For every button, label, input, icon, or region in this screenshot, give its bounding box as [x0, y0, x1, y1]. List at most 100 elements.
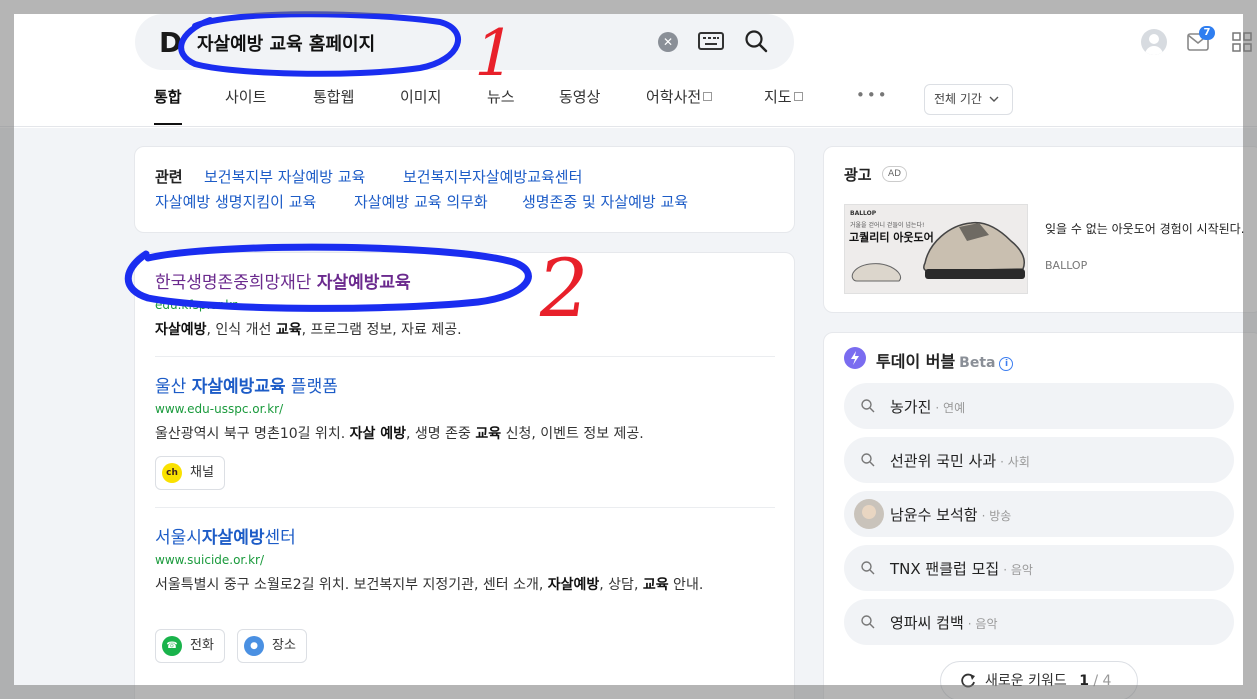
- search-icon: [861, 399, 875, 413]
- daum-logo[interactable]: D: [159, 26, 182, 59]
- shoe-image-icon: [923, 221, 1025, 279]
- search-bar[interactable]: D 자살예방 교육 홈페이지 ✕: [135, 14, 794, 70]
- today-bubble-title: 투데이 버블 Beta i: [876, 348, 1014, 372]
- tab-map[interactable]: 지도: [764, 86, 803, 107]
- bolt-icon: [844, 347, 866, 369]
- keyword-category-text: 사회: [1007, 455, 1030, 469]
- tab-site[interactable]: 사이트: [225, 86, 266, 107]
- ad-image-brand: BALLOP: [850, 210, 877, 217]
- chip-label: 채널: [190, 465, 214, 480]
- desc-highlight: 자살예방: [547, 577, 600, 593]
- tab-news[interactable]: 뉴스: [487, 86, 515, 107]
- desc-highlight: 교육: [475, 426, 502, 442]
- period-label: 전체 기간: [934, 92, 982, 106]
- desc-text: 서울특별시 중구 소월로2길 위치. 보건복지부 지정기관, 센터 소개,: [155, 577, 548, 593]
- keyword-text: 농가진: [890, 398, 932, 416]
- tab-dictionary[interactable]: 어학사전: [646, 86, 713, 107]
- keyword-text: 영파씨 컴백: [890, 614, 964, 632]
- trending-keyword[interactable]: TNX 팬클럽 모집 · 음악: [844, 545, 1234, 591]
- desc-text: 울산광역시 북구 명촌10길 위치.: [155, 426, 350, 442]
- desc-text: , 인식 개선: [206, 322, 276, 338]
- ad-text-link[interactable]: 잊을 수 없는 아웃도어 경험이 시작된다.: [1045, 221, 1255, 237]
- tab-video[interactable]: 동영상: [559, 86, 600, 107]
- related-link[interactable]: 보건복지부자살예방교육센터: [403, 166, 582, 187]
- trending-keyword[interactable]: 선관위 국민 사과 · 사회: [844, 437, 1234, 483]
- keyboard-icon[interactable]: [698, 31, 724, 51]
- desc-text: , 상담,: [599, 577, 643, 593]
- result-url[interactable]: www.suicide.or.kr/: [155, 553, 264, 567]
- today-bubble-label: 투데이 버블: [876, 352, 956, 371]
- clear-icon[interactable]: ✕: [658, 32, 678, 52]
- desc-text: 신청, 이벤트 정보 제공.: [501, 426, 644, 442]
- result-title-text: 한국생명존중희망재단: [155, 273, 317, 293]
- related-keywords-card: 관련 보건복지부 자살예방 교육 보건복지부자살예방교육센터 자살예방 생명지킴…: [134, 146, 795, 233]
- desc-text: 안내.: [668, 577, 704, 593]
- result-title-link[interactable]: 한국생명존중희망재단 자살예방교육: [155, 268, 411, 293]
- result-title-text: 서울시: [155, 528, 202, 548]
- kakao-channel-icon: ch: [162, 463, 182, 483]
- result-title-link[interactable]: 울산 자살예방교육 플랫폼: [155, 372, 338, 397]
- related-link[interactable]: 생명존중 및 자살예방 교육: [522, 191, 688, 212]
- search-query[interactable]: 자살예방 교육 홈페이지: [197, 30, 375, 56]
- result-url[interactable]: www.edu-usspc.or.kr/: [155, 402, 283, 416]
- profile-avatar[interactable]: [1141, 29, 1167, 55]
- today-bubble-card: 투데이 버블 Beta i 농가진 · 연예 선관위 국민 사과 · 사회 남윤수 보석…: [823, 332, 1257, 699]
- search-icon: [861, 453, 875, 467]
- result-title-text: 센터: [264, 528, 296, 548]
- result-description: 울산광역시 북구 명촌10길 위치. 자살 예방, 생명 존중 교육 신청, 이…: [155, 423, 767, 445]
- place-button[interactable]: ● 장소: [237, 629, 307, 663]
- keyword-category-text: 방송: [989, 509, 1012, 523]
- beta-badge: Beta: [959, 355, 996, 371]
- trending-keyword[interactable]: 농가진 · 연예: [844, 383, 1234, 429]
- related-link[interactable]: 자살예방 생명지킴이 교육: [155, 191, 316, 212]
- phone-button[interactable]: ☎ 전화: [155, 629, 225, 663]
- keyword-category: · 음악: [1003, 563, 1033, 577]
- desc-highlight: 교육: [275, 322, 302, 338]
- related-link[interactable]: 보건복지부 자살예방 교육: [204, 166, 365, 187]
- keyword-category: · 음악: [967, 617, 998, 631]
- related-link[interactable]: 자살예방 교육 의무화: [354, 191, 488, 212]
- overlay-frame: [0, 14, 14, 699]
- ad-image-subtitle: 거울을 걷어니 걷들이 넘는다!: [850, 222, 925, 229]
- desc-highlight: 교육: [642, 577, 669, 593]
- more-tabs-button[interactable]: •••: [856, 86, 889, 104]
- search-icon: [861, 615, 875, 629]
- web-results-card: 한국생명존중희망재단 자살예방교육 edu.kfsp.or.kr 자살예방, 인…: [134, 252, 795, 699]
- keyword-label: 남윤수 보석함 · 방송: [890, 504, 1011, 525]
- location-pin-icon: ●: [244, 636, 264, 656]
- keyword-category-text: 연예: [943, 401, 966, 415]
- person-thumbnail: [854, 499, 884, 529]
- tab-dictionary-label: 어학사전: [646, 88, 702, 106]
- keyword-text: 선관위 국민 사과: [890, 452, 997, 470]
- tab-integrated[interactable]: 통합: [154, 86, 182, 125]
- overlay-frame: [0, 0, 1257, 14]
- period-dropdown[interactable]: 전체 기간: [924, 84, 1013, 115]
- result-url[interactable]: edu.kfsp.or.kr: [155, 298, 237, 312]
- result-title-highlight: 자살예방: [201, 528, 265, 548]
- header: D 자살예방 교육 홈페이지 ✕ 1 7 통합 사이트 통합웹 이미지 뉴스 동…: [0, 0, 1257, 127]
- desc-highlight: 자살예방: [155, 322, 207, 338]
- trending-keyword[interactable]: 영파씨 컴백 · 음악: [844, 599, 1234, 645]
- overlay-frame: [14, 685, 1243, 699]
- ad-brand[interactable]: BALLOP: [1045, 259, 1087, 272]
- divider: [155, 356, 775, 357]
- keyword-category: · 연예: [935, 401, 966, 415]
- results-area: 관련 보건복지부 자살예방 교육 보건복지부자살예방교육센터 자살예방 생명지킴…: [0, 128, 1257, 699]
- keyword-category: · 사회: [1000, 455, 1030, 469]
- divider: [155, 507, 775, 508]
- result-title-highlight: 자살예방교육: [316, 273, 411, 293]
- desc-text: , 프로그램 정보, 자료 제공.: [301, 322, 462, 338]
- kakao-channel-button[interactable]: ch 채널: [155, 456, 225, 490]
- shoe-thumbnail-icon: [851, 263, 902, 282]
- result-description: 서울특별시 중구 소월로2길 위치. 보건복지부 지정기관, 센터 소개, 자살…: [155, 574, 767, 596]
- ad-image[interactable]: BALLOP 거울을 걷어니 걷들이 넘는다! 고퀄리티 아웃도어: [844, 204, 1028, 294]
- result-title-link[interactable]: 서울시자살예방센터: [155, 523, 296, 548]
- keyword-label: 선관위 국민 사과 · 사회: [890, 450, 1030, 471]
- result-title-highlight: 자살예방교육: [191, 377, 286, 397]
- search-icon[interactable]: [744, 29, 768, 53]
- tab-web[interactable]: 통합웹: [313, 86, 354, 107]
- info-icon[interactable]: i: [999, 357, 1014, 371]
- tab-images[interactable]: 이미지: [400, 86, 441, 107]
- trending-keyword[interactable]: 남윤수 보석함 · 방송: [844, 491, 1234, 537]
- result-description: 자살예방, 인식 개선 교육, 프로그램 정보, 자료 제공.: [155, 319, 767, 341]
